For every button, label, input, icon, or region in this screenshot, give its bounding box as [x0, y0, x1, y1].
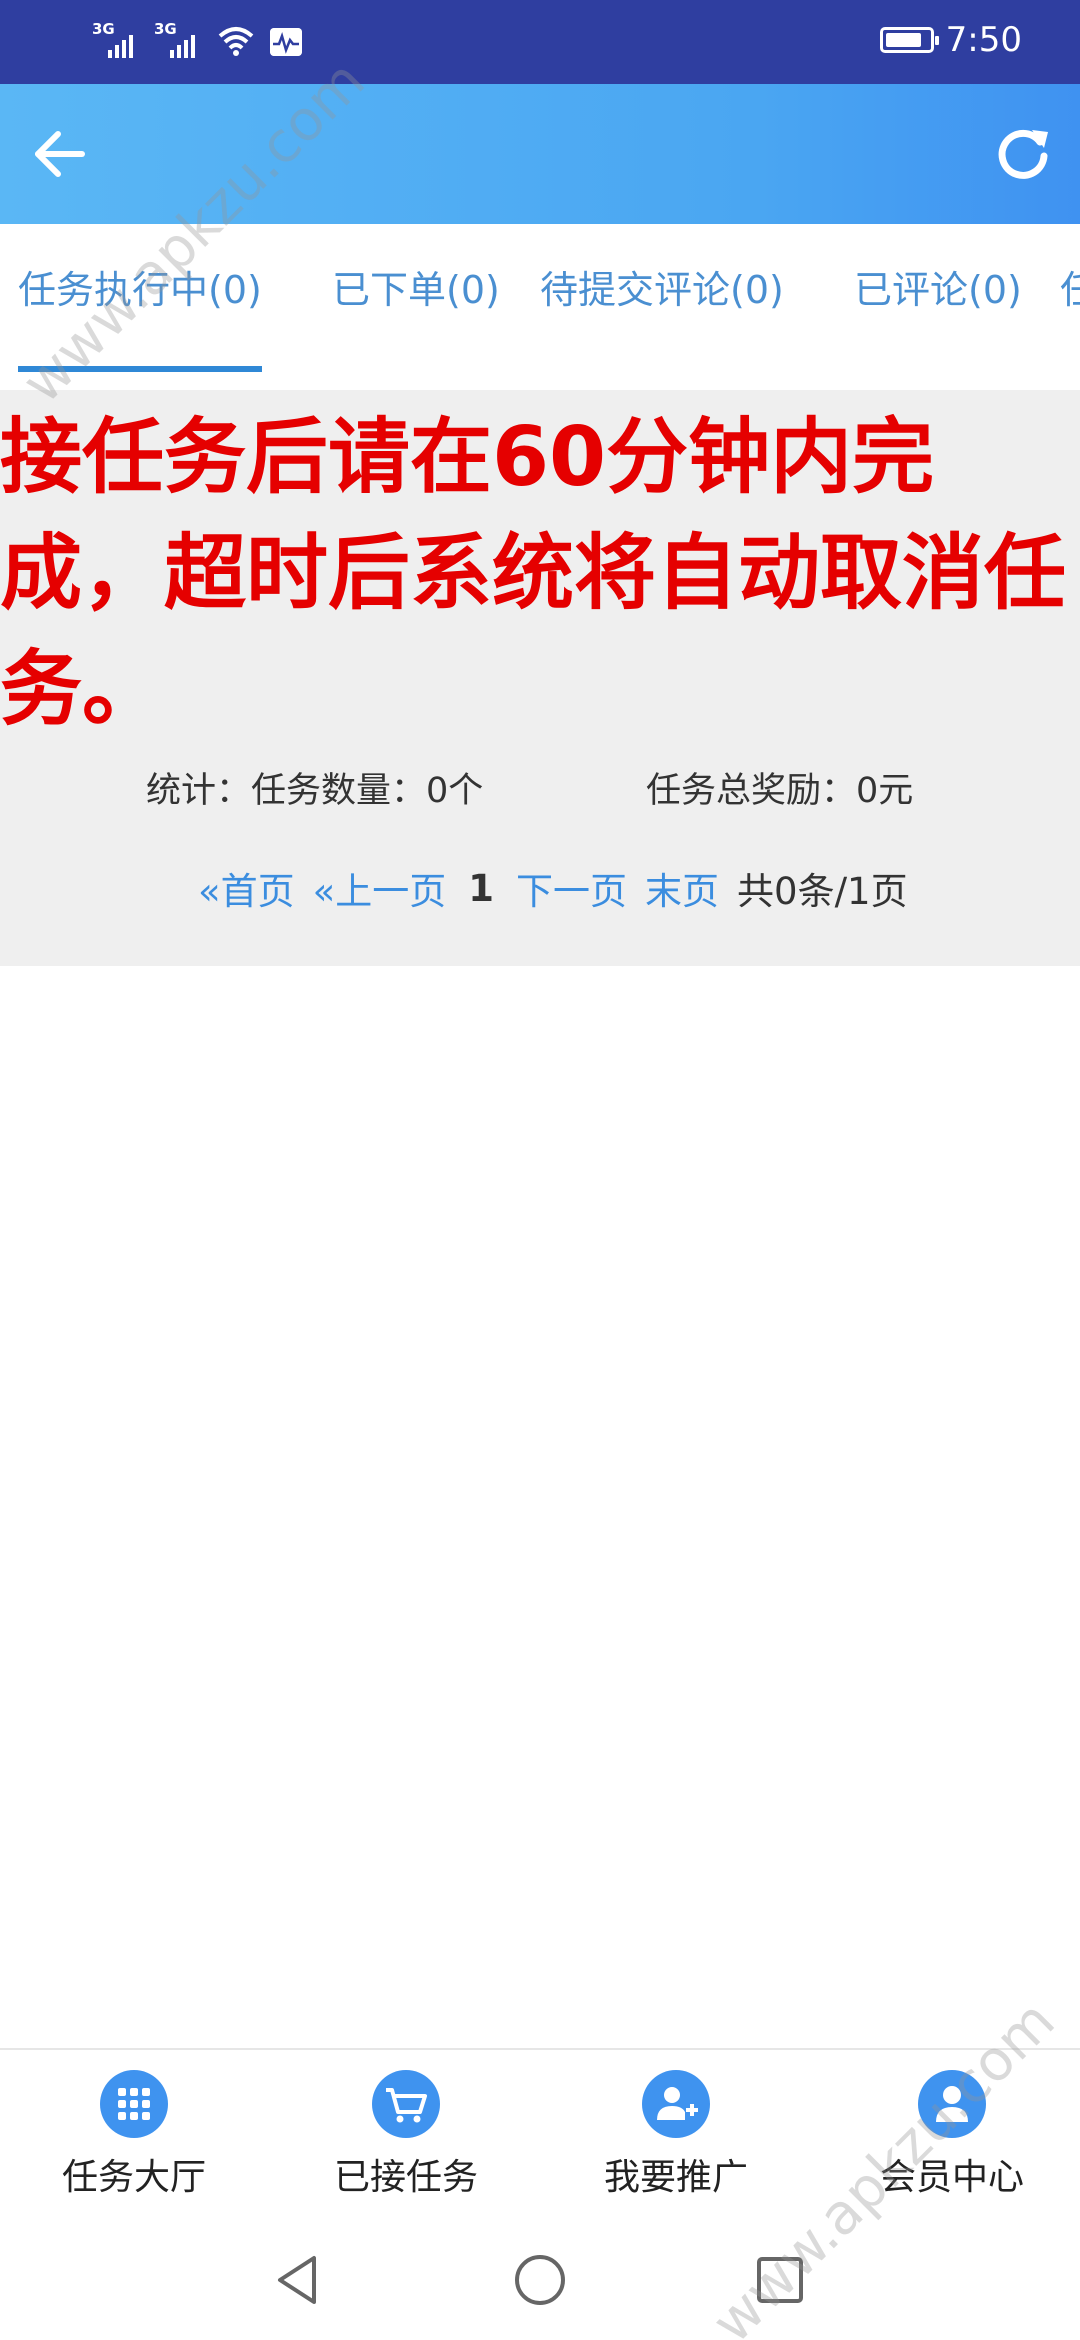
- status-icons: 3G 3G: [92, 20, 302, 60]
- last-page-link[interactable]: 末页: [645, 861, 719, 915]
- nav-accepted-tasks[interactable]: 已接任务: [306, 2070, 506, 2200]
- cart-icon: [372, 2070, 440, 2138]
- pagination: «首页 «上一页 1 下一页 末页 共0条/1页: [198, 860, 908, 916]
- back-triangle-icon[interactable]: [270, 2250, 330, 2310]
- task-count: 统计：任务数量：0个: [146, 771, 484, 811]
- grid-icon: [100, 2070, 168, 2138]
- tab-reviewed[interactable]: 已评论(0): [854, 224, 1022, 390]
- next-page-link[interactable]: 下一页: [516, 861, 627, 915]
- first-page-link[interactable]: «首页: [198, 861, 295, 915]
- battery-level: [885, 33, 922, 47]
- nav-label: 已接任务: [333, 2157, 478, 2198]
- activity-icon: [270, 28, 302, 56]
- nav-promote[interactable]: 我要推广: [576, 2070, 776, 2200]
- nav-label: 我要推广: [603, 2157, 748, 2198]
- task-panel: 接任务后请在60分钟内完成，超时后系统将自动取消任务。 统计：任务数量：0个 任…: [0, 390, 1080, 966]
- cell-signal-icon: 3G: [92, 20, 140, 60]
- cell-signal-icon: 3G: [154, 20, 202, 60]
- tab-pending-review[interactable]: 待提交评论(0): [540, 224, 784, 390]
- nav-label: 任务大厅: [61, 2157, 206, 2198]
- screen: 3G 3G 7:50 任务执行中(0) 已下单(0) 待提交评论(0) 已评论(…: [0, 0, 1080, 2340]
- clock: 7:50: [945, 20, 1022, 60]
- tab-more[interactable]: 任: [1060, 224, 1080, 390]
- wifi-icon: [218, 27, 254, 56]
- current-page: 1: [468, 866, 495, 910]
- battery-icon: [879, 27, 939, 53]
- home-circle-icon[interactable]: [510, 2250, 570, 2310]
- prev-page-link[interactable]: «上一页: [313, 861, 447, 915]
- page-total: 共0条/1页: [737, 870, 908, 913]
- tab-ordered[interactable]: 已下单(0): [332, 224, 500, 390]
- add-user-icon: [642, 2070, 710, 2138]
- refresh-icon[interactable]: [992, 122, 1054, 184]
- timeout-notice: 接任务后请在60分钟内完成，超时后系统将自动取消任务。: [0, 410, 1067, 737]
- total-reward: 任务总奖励：0元: [646, 771, 914, 811]
- status-right: 7:50: [879, 20, 1022, 60]
- stats-row: 统计：任务数量：0个 任务总奖励：0元: [0, 762, 1080, 818]
- nav-task-hall[interactable]: 任务大厅: [34, 2070, 234, 2200]
- arrow-left-icon[interactable]: [30, 124, 90, 184]
- system-nav-bar: [0, 2220, 1080, 2340]
- app-header: [0, 84, 1080, 224]
- status-bar: 3G 3G 7:50: [0, 0, 1080, 84]
